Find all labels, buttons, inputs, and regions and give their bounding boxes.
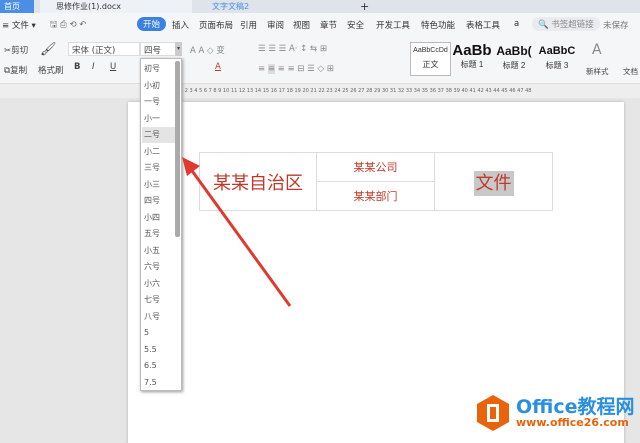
- watermark-title: Office教程网: [516, 396, 635, 418]
- watermark-url: www.office26.com: [516, 416, 629, 429]
- watermark-logo: Office教程网 www.office26.com: [476, 394, 635, 435]
- annotation-arrow: [182, 157, 292, 307]
- office-logo-icon: [477, 395, 509, 431]
- arrow-shaft: [188, 167, 292, 307]
- arrow-head: [182, 157, 200, 176]
